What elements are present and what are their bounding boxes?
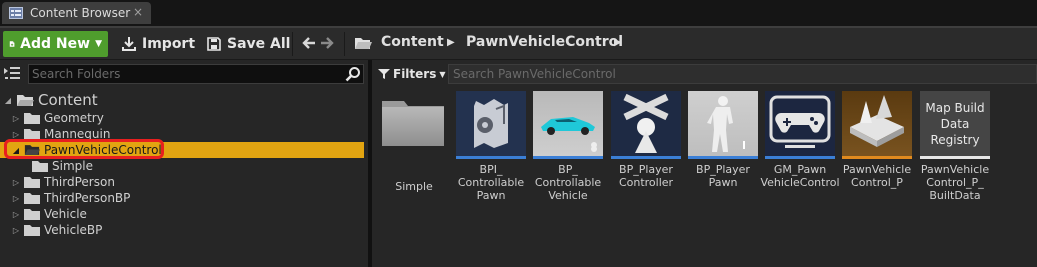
asset-tile-simple-folder[interactable]: Simple [379, 91, 449, 193]
breadcrumb-arrow-icon[interactable]: ▶ [614, 37, 622, 48]
folder-icon [24, 177, 40, 188]
breadcrumb-pawnvehiclecontrol[interactable]: PawnVehicleControl [466, 34, 623, 50]
asset-label: BP_ Controllable Vehicle [534, 163, 602, 202]
asset-type-bar [688, 156, 758, 159]
tab-label: Content Browser [30, 6, 131, 20]
tree-item-label: VehicleBP [44, 223, 103, 237]
import-button[interactable]: Import [115, 31, 201, 57]
tree-item-label: ThirdPersonBP [44, 191, 131, 205]
asset-tile-bp-player-controller[interactable]: BP_Player Controller [611, 91, 681, 189]
filter-funnel-icon [378, 69, 390, 79]
asset-type-bar [842, 156, 912, 159]
thumbnail-type-text: Map Build Data Registry [925, 101, 985, 147]
tree-item-vehicle[interactable]: ▷ Vehicle [12, 206, 87, 222]
save-all-label: Save All [227, 36, 291, 52]
tree-item-thirdpersonbp[interactable]: ▷ ThirdPersonBP [12, 190, 130, 206]
player-controller-icon [623, 93, 669, 153]
tree-item-label: Geometry [44, 111, 104, 125]
tree-item-label: ThirdPerson [44, 175, 115, 189]
tree-item-content[interactable]: ◢ Content [4, 91, 98, 109]
back-arrow-icon[interactable] [302, 36, 316, 50]
mannequin-thumbnail-icon [707, 96, 745, 152]
tree-item-label: Content [38, 91, 98, 109]
car-thumbnail-icon [541, 117, 597, 152]
tree-item-simple[interactable]: Simple [32, 158, 93, 174]
asset-type-bar [533, 156, 603, 159]
search-assets-field[interactable] [448, 64, 1037, 84]
save-icon [207, 37, 221, 51]
tree-item-geometry[interactable]: ▷ Geometry [12, 110, 104, 126]
asset-tile-gm-pawn-vehiclecontrol[interactable]: GM_Pawn VehicleControl [760, 91, 840, 189]
add-new-label: Add New [20, 36, 91, 52]
tree-item-label: Vehicle [44, 207, 87, 221]
search-icon[interactable] [345, 66, 361, 82]
folder-open-icon [355, 38, 372, 49]
filters-button[interactable]: Filters ▼ [378, 64, 446, 84]
close-icon[interactable]: × [133, 5, 143, 19]
asset-tile-bp-player-pawn[interactable]: BP_Player Pawn [688, 91, 758, 189]
asset-tile-pawnvehiclecontrol-p[interactable]: PawnVehicle Control_P [842, 91, 912, 189]
asset-type-bar [765, 156, 835, 159]
breadcrumb-arrow-icon[interactable]: ▶ [447, 37, 455, 48]
add-document-icon [9, 41, 15, 47]
dropdown-arrow-icon: ▼ [439, 69, 446, 79]
folder-icon [24, 193, 40, 204]
sources-toggle-icon[interactable] [2, 64, 22, 84]
asset-tile-bpi-controllable-pawn[interactable]: BPI_ Controllable Pawn [456, 91, 526, 202]
import-icon [122, 37, 136, 51]
toolbar: Add New ▼ Import Save All Content ▶ Pawn… [0, 26, 1037, 59]
search-assets-input[interactable] [453, 66, 1013, 82]
folder-thumbnail-icon [382, 101, 444, 146]
asset-label: PawnVehicle Control_P_ BuiltData [920, 163, 990, 202]
dropdown-arrow-icon: ▼ [95, 39, 102, 49]
level-map-icon [850, 95, 904, 147]
folder-icon [32, 161, 48, 172]
forward-arrow-icon[interactable] [320, 36, 334, 50]
asset-tile-pawnvehiclecontrol-p-builtdata[interactable]: Map Build Data Registry PawnVehicle Cont… [920, 91, 990, 202]
collapsed-arrow-icon[interactable]: ▷ [12, 114, 20, 123]
folder-icon [24, 225, 40, 236]
expanded-arrow-icon[interactable]: ◢ [4, 96, 12, 105]
toolbar-divider [292, 32, 293, 56]
breadcrumb-content[interactable]: Content [381, 34, 444, 50]
tree-item-label: Simple [52, 159, 93, 173]
blueprint-interface-icon [474, 99, 508, 148]
selected-folder-annotation [4, 139, 164, 159]
tree-item-thirdperson[interactable]: ▷ ThirdPerson [12, 174, 115, 190]
gamepad-icon [769, 95, 831, 148]
save-all-button[interactable]: Save All [200, 31, 296, 57]
collapsed-arrow-icon[interactable]: ▷ [12, 130, 20, 139]
collapsed-arrow-icon[interactable]: ▷ [12, 226, 20, 235]
asset-type-bar [920, 156, 990, 159]
tab-content-browser[interactable]: Content Browser × [2, 2, 151, 24]
search-folders-field[interactable] [28, 64, 364, 84]
tab-bar [0, 0, 1037, 26]
asset-label: PawnVehicle Control_P [842, 163, 912, 189]
collapsed-arrow-icon[interactable]: ▷ [12, 194, 20, 203]
folder-icon [24, 113, 40, 124]
toolbar-divider [344, 32, 345, 56]
asset-type-bar [456, 156, 526, 159]
asset-tile-bp-controllable-vehicle[interactable]: BP_ Controllable Vehicle [533, 91, 603, 202]
folder-icon [24, 209, 40, 220]
tree-item-vehiclebp[interactable]: ▷ VehicleBP [12, 222, 102, 238]
content-browser-icon [9, 7, 23, 19]
collapsed-arrow-icon[interactable]: ▷ [12, 178, 20, 187]
search-folders-input[interactable] [32, 66, 332, 82]
add-new-button[interactable]: Add New ▼ [3, 31, 108, 57]
filters-label: Filters [393, 67, 437, 81]
asset-type-bar [611, 156, 681, 159]
folder-open-icon [17, 94, 34, 106]
collapsed-arrow-icon[interactable]: ▷ [12, 210, 20, 219]
import-label: Import [142, 36, 196, 52]
